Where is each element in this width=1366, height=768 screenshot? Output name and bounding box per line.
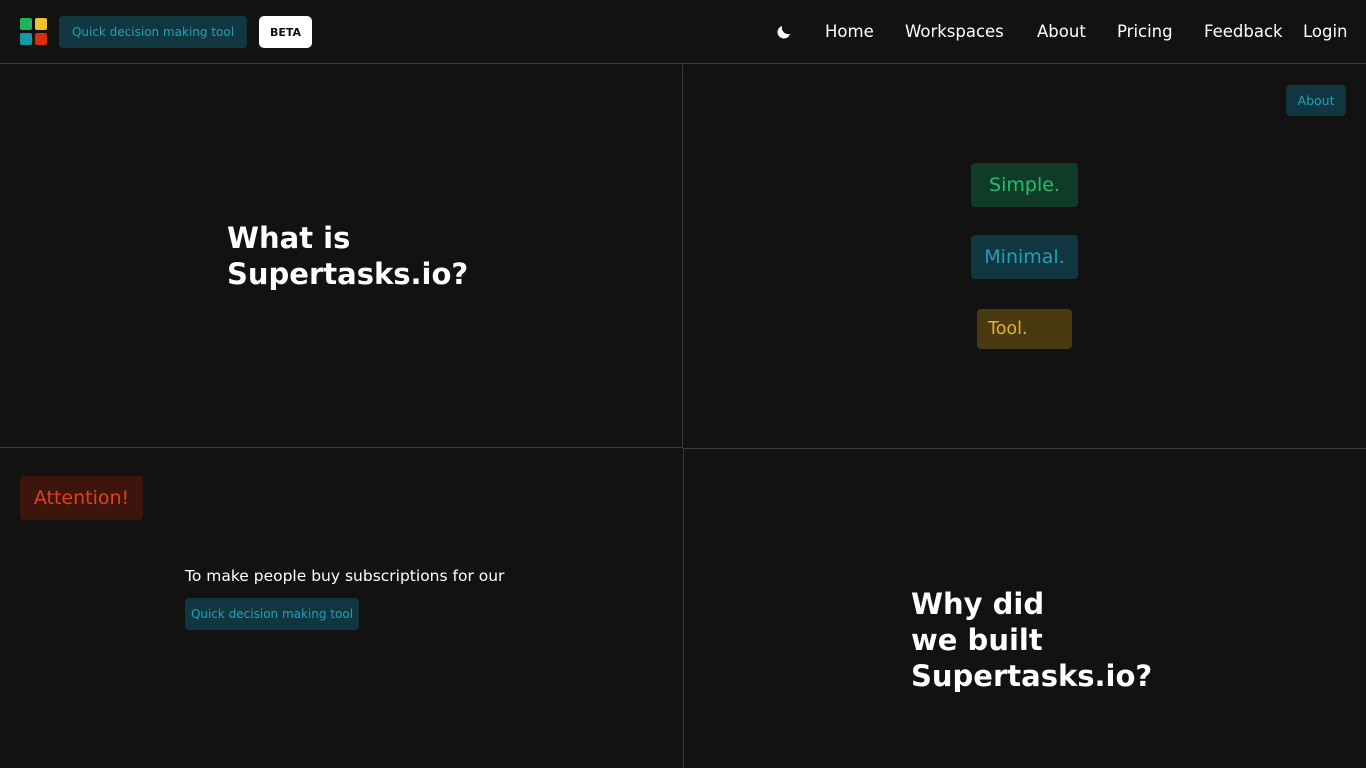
tagline-chip[interactable]: Quick decision making tool bbox=[59, 16, 247, 48]
nav-login[interactable]: Login bbox=[1303, 20, 1348, 44]
nav-about[interactable]: About bbox=[1037, 20, 1086, 44]
subscription-text: To make people buy subscriptions for our bbox=[185, 567, 505, 585]
attention-badge: Attention! bbox=[20, 476, 143, 520]
grid-divider-horizontal-right bbox=[683, 448, 1366, 449]
about-chip[interactable]: About bbox=[1286, 85, 1346, 116]
quick-decision-chip[interactable]: Quick decision making tool bbox=[185, 598, 359, 630]
simple-pill: Simple. bbox=[971, 163, 1078, 207]
grid-divider-vertical-top bbox=[682, 65, 683, 448]
logo-square-red bbox=[35, 33, 47, 45]
nav-pricing[interactable]: Pricing bbox=[1117, 20, 1173, 44]
minimal-pill: Minimal. bbox=[971, 235, 1078, 279]
nav-feedback[interactable]: Feedback bbox=[1204, 20, 1283, 44]
logo-square-teal bbox=[20, 33, 32, 45]
app-logo-icon[interactable] bbox=[20, 18, 47, 45]
why-heading: Why did we built Supertasks.io? bbox=[911, 587, 1153, 693]
nav-workspaces[interactable]: Workspaces bbox=[905, 20, 1004, 44]
beta-badge: BETA bbox=[259, 16, 312, 48]
grid-divider-vertical-bottom bbox=[683, 448, 684, 768]
grid-divider-horizontal-left bbox=[0, 447, 682, 448]
logo-square-yellow bbox=[35, 18, 47, 30]
what-is-heading: What is Supertasks.io? bbox=[227, 221, 469, 291]
top-header: Quick decision making tool BETA Home Wor… bbox=[0, 0, 1366, 64]
tool-pill: Tool. bbox=[977, 309, 1072, 349]
moon-icon[interactable] bbox=[775, 23, 793, 41]
logo-square-green bbox=[20, 18, 32, 30]
nav-home[interactable]: Home bbox=[825, 20, 874, 44]
